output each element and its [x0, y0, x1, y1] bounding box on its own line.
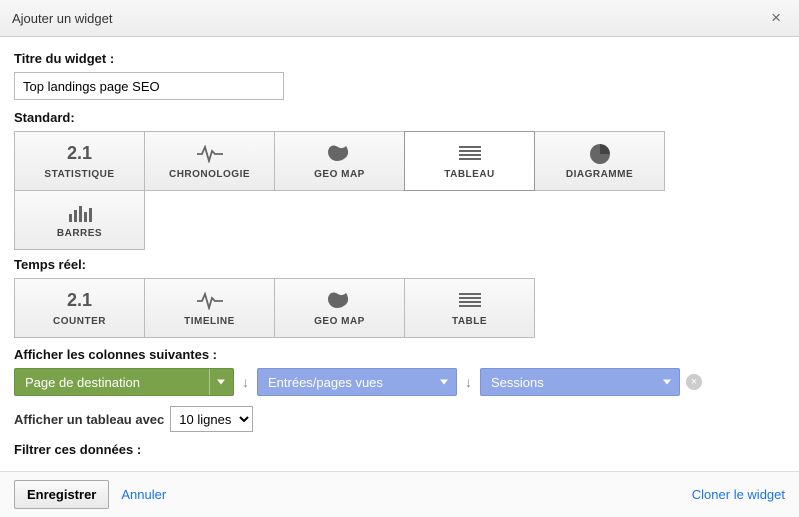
columns-row: Page de destination ↓ Entrées/pages vues…: [14, 368, 785, 396]
bars-icon: [68, 202, 92, 224]
metric1-label: Entrées/pages vues: [268, 375, 383, 390]
save-button[interactable]: Enregistrer: [14, 480, 109, 509]
remove-metric-icon[interactable]: ×: [686, 374, 702, 390]
standard-label: Standard:: [14, 110, 785, 125]
arrow-down-icon: ↓: [240, 374, 251, 390]
arrow-down-icon: ↓: [463, 374, 474, 390]
geo-icon: [327, 143, 353, 165]
widget-title-label: Titre du widget :: [14, 51, 785, 66]
type-timeline[interactable]: TIMELINE: [144, 278, 275, 338]
type-pie[interactable]: DIAGRAMME: [534, 131, 665, 191]
pulse-icon: [196, 290, 224, 312]
type-table[interactable]: TABLEAU: [404, 131, 535, 191]
clone-widget-link[interactable]: Cloner le widget: [692, 487, 785, 502]
dialog-footer: Enregistrer Annuler Cloner le widget: [0, 471, 799, 517]
close-icon[interactable]: ×: [765, 8, 787, 28]
columns-label: Afficher les colonnes suivantes :: [14, 347, 785, 362]
type-geo[interactable]: GEO MAP: [274, 131, 405, 191]
dialog-title: Ajouter un widget: [12, 11, 112, 26]
dimension-picker[interactable]: Page de destination: [14, 368, 234, 396]
table-icon: [459, 290, 481, 312]
widget-title-input[interactable]: [14, 72, 284, 100]
type-stat[interactable]: 2.1STATISTIQUE: [14, 131, 145, 191]
rows-row: Afficher un tableau avec 10 lignes: [14, 406, 785, 432]
dimension-picker-label: Page de destination: [25, 375, 140, 390]
type-geo2[interactable]: GEO MAP: [274, 278, 405, 338]
dialog-content: Titre du widget : Standard: 2.1STATISTIQ…: [0, 37, 799, 457]
standard-type-grid: 2.1STATISTIQUECHRONOLOGIEGEO MAPTABLEAUD…: [14, 131, 785, 249]
metric1-picker[interactable]: Entrées/pages vues: [257, 368, 457, 396]
realtime-label: Temps réel:: [14, 257, 785, 272]
filter-label: Filtrer ces données :: [14, 442, 785, 457]
num-icon: 2.1: [67, 290, 92, 312]
realtime-type-grid: 2.1COUNTERTIMELINEGEO MAPTABLE: [14, 278, 785, 337]
type-chrono[interactable]: CHRONOLOGIE: [144, 131, 275, 191]
rows-select[interactable]: 10 lignes: [170, 406, 253, 432]
geo-icon: [327, 290, 353, 312]
num-icon: 2.1: [67, 143, 92, 165]
dialog-header: Ajouter un widget ×: [0, 0, 799, 37]
pie-icon: [590, 143, 610, 165]
rows-label: Afficher un tableau avec: [14, 412, 164, 427]
metric2-label: Sessions: [491, 375, 544, 390]
pulse-icon: [196, 143, 224, 165]
cancel-link[interactable]: Annuler: [121, 487, 166, 502]
metric2-picker[interactable]: Sessions: [480, 368, 680, 396]
table-icon: [459, 143, 481, 165]
type-table2[interactable]: TABLE: [404, 278, 535, 338]
type-counter[interactable]: 2.1COUNTER: [14, 278, 145, 338]
type-bar[interactable]: BARRES: [14, 190, 145, 250]
